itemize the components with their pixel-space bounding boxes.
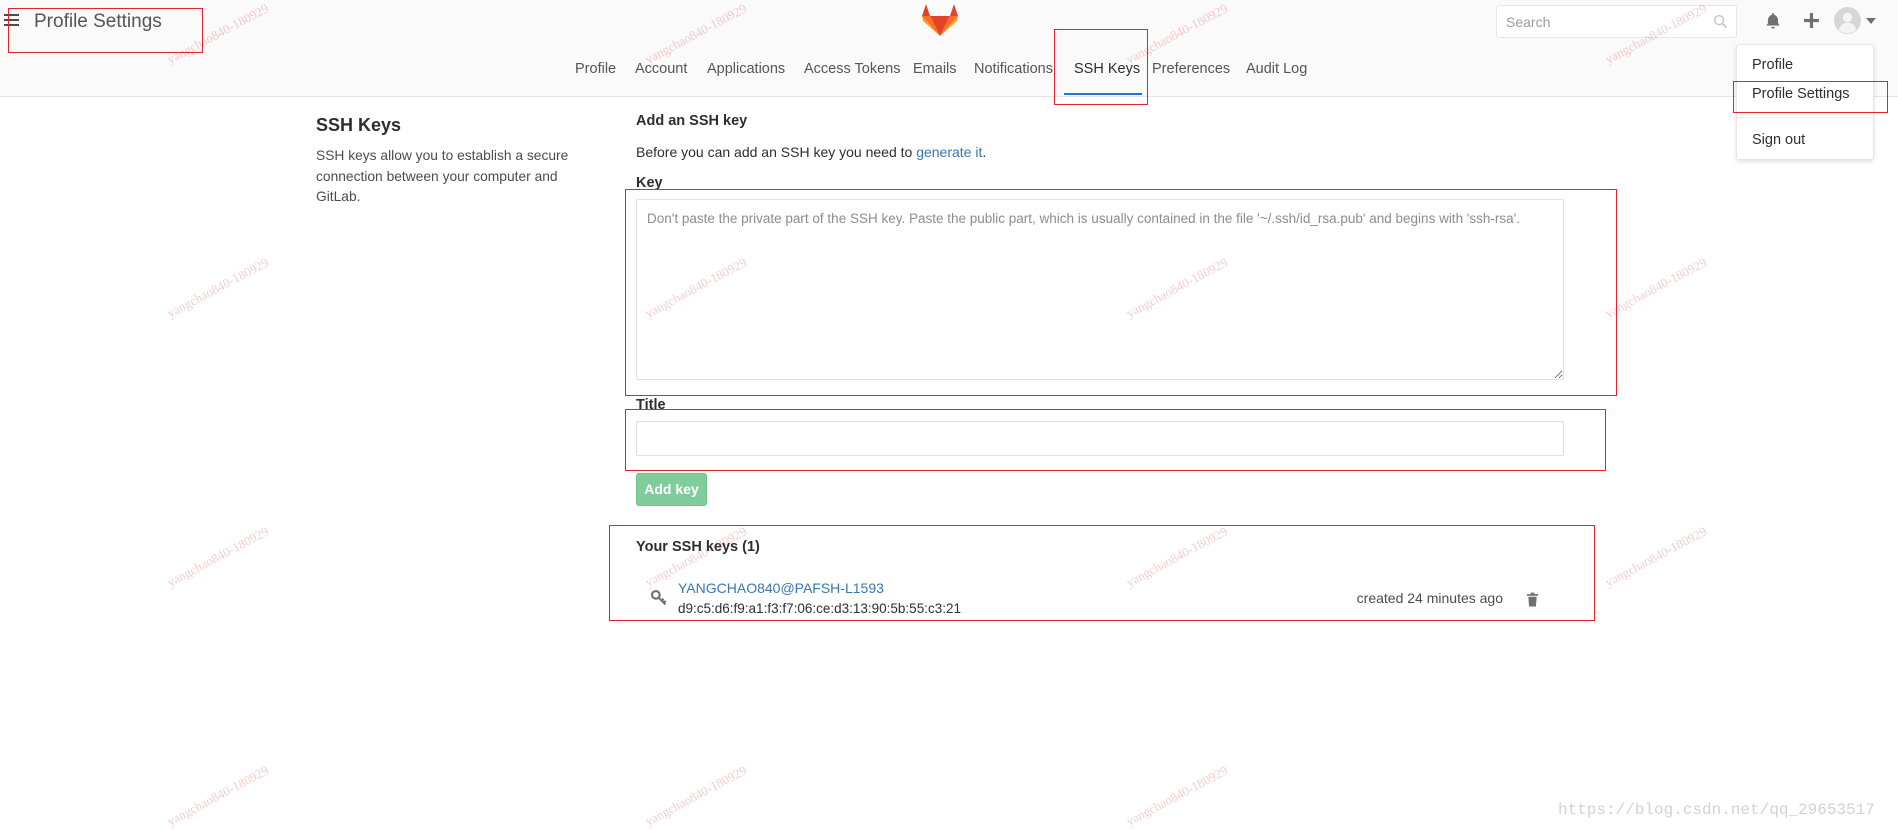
section-description-line: connection between your computer and [316, 169, 558, 184]
title-label: Title [636, 397, 666, 413]
trash-icon[interactable] [1526, 592, 1539, 607]
bell-icon[interactable] [1764, 12, 1782, 30]
section-description-line: SSH keys allow you to establish a secure [316, 148, 569, 163]
ssh-key-fingerprint: d9:c5:d6:f9:a1:f3:f7:06:ce:d3:13:90:5b:5… [678, 601, 961, 616]
caret-down-icon[interactable] [1866, 18, 1876, 24]
plus-icon[interactable] [1803, 12, 1820, 29]
tab-preferences[interactable]: Preferences [1152, 55, 1230, 95]
user-dropdown-menu: Profile Profile Settings Sign out [1736, 44, 1874, 160]
tab-account[interactable]: Account [635, 55, 687, 95]
menu-item-sign-out[interactable]: Sign out [1752, 130, 1805, 150]
key-textarea[interactable] [636, 199, 1564, 380]
watermark-text: yangchao840-180929 [1602, 254, 1710, 321]
tab-ssh-keys[interactable]: SSH Keys [1063, 55, 1143, 95]
gitlab-logo-icon[interactable] [922, 3, 958, 37]
source-url-watermark: https://blog.csdn.net/qq_29653517 [1558, 801, 1875, 819]
tab-access-tokens[interactable]: Access Tokens [804, 55, 900, 95]
tab-audit-log[interactable]: Audit Log [1246, 55, 1307, 95]
tab-applications[interactable]: Applications [707, 55, 785, 95]
watermark-text: yangchao840-180929 [164, 762, 272, 829]
watermark-text: yangchao840-180929 [642, 762, 750, 829]
title-input[interactable] [636, 421, 1564, 456]
ssh-keys-list-heading: Your SSH keys (1) [636, 539, 760, 555]
watermark-text: yangchao840-180929 [164, 254, 272, 321]
form-intro-text: Before you can add an SSH key you need t… [636, 144, 917, 160]
menu-item-profile[interactable]: Profile [1752, 55, 1793, 75]
key-icon [650, 589, 667, 606]
generate-it-link[interactable]: generate it [916, 144, 982, 160]
page: Profile Settings Search Profile Account … [0, 0, 1898, 830]
search-box[interactable] [1496, 5, 1737, 38]
search-input[interactable] [1497, 6, 1706, 37]
watermark-text: yangchao840-180929 [164, 523, 272, 590]
section-description-line: GitLab. [316, 189, 361, 204]
form-heading: Add an SSH key [636, 113, 748, 129]
key-label: Key [636, 175, 663, 191]
watermark-text: yangchao840-180929 [1602, 523, 1710, 590]
search-icon [1713, 14, 1728, 29]
ssh-key-created-time: created 24 minutes ago [1356, 590, 1503, 606]
add-key-button[interactable]: Add key [636, 473, 707, 506]
menu-divider [1737, 117, 1873, 118]
avatar-icon[interactable] [1834, 7, 1861, 34]
tab-notifications[interactable]: Notifications [974, 55, 1053, 95]
section-heading: SSH Keys [316, 115, 402, 135]
tab-emails[interactable]: Emails [913, 55, 957, 95]
page-title: Profile Settings [34, 11, 162, 32]
tab-profile[interactable]: Profile [575, 55, 616, 95]
watermark-text: yangchao840-180929 [1123, 762, 1231, 829]
menu-item-profile-settings[interactable]: Profile Settings [1752, 84, 1850, 104]
hamburger-icon[interactable] [4, 13, 20, 28]
top-navbar: Profile Settings Search Profile Account … [0, 0, 1898, 97]
watermark-text: yangchao840-180929 [1123, 523, 1231, 590]
ssh-key-title-link[interactable]: YANGCHAO840@PAFSH-L1593 [678, 579, 884, 597]
form-intro-suffix: . [982, 144, 987, 160]
form-intro: Before you can add an SSH key you need t… [636, 143, 986, 161]
